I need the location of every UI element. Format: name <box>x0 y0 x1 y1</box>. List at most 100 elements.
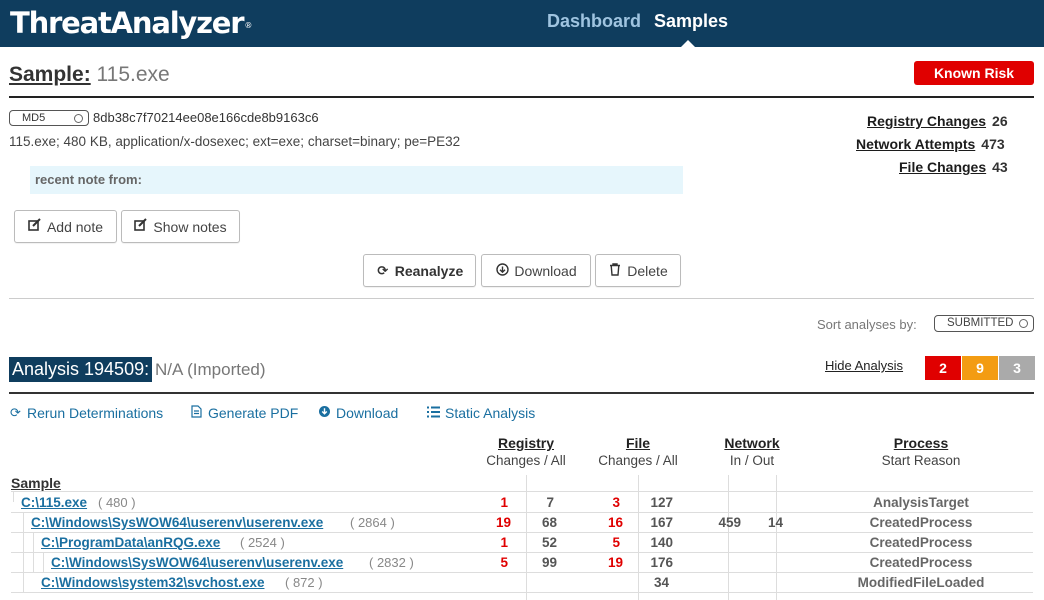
table-row: C:\Windows\system32\svchost.exe ( 872 ) … <box>0 574 1044 594</box>
refresh-icon: ⟳ <box>10 405 21 420</box>
list-icon <box>427 406 440 421</box>
trash-icon <box>608 262 622 279</box>
generate-pdf-link[interactable]: Generate PDF <box>190 405 298 421</box>
file-changes-value: 19 <box>607 555 623 570</box>
sample-name: 115.exe <box>96 63 170 86</box>
hash-type-select[interactable]: MD5 <box>9 110 89 126</box>
reanalyze-button[interactable]: ⟳ Reanalyze <box>363 254 476 287</box>
network-in-value: 459 <box>718 515 741 530</box>
stat-file-changes[interactable]: File Changes 43 <box>899 159 1008 175</box>
threatanalyzer-logo[interactable]: ThreatAnalyzer® <box>10 6 252 40</box>
rerun-determinations-link[interactable]: ⟳ Rerun Determinations <box>9 405 163 421</box>
process-pid: ( 872 ) <box>285 575 323 590</box>
column-process-sub: Start Reason <box>881 453 961 468</box>
file-all-value: 140 <box>650 535 673 550</box>
column-file: File Changes / All <box>588 435 688 468</box>
file-changes-value: 3 <box>612 495 620 510</box>
static-analysis-link[interactable]: Static Analysis <box>427 405 535 421</box>
file-info: 115.exe; 480 KB, application/x-dosexec; … <box>9 134 461 149</box>
delete-label: Delete <box>627 262 668 279</box>
process-pid: ( 2864 ) <box>350 515 395 530</box>
registry-changes-value: 5 <box>500 555 508 570</box>
add-note-button[interactable]: Add note <box>14 210 117 243</box>
process-path-link[interactable]: C:\Windows\SysWOW64\userenv\userenv.exe <box>31 515 323 530</box>
file-all-value: 127 <box>650 495 673 510</box>
severity-medium-badge[interactable]: 9 <box>962 356 998 380</box>
download-button[interactable]: Download <box>481 254 591 287</box>
process-pid: ( 2832 ) <box>369 555 414 570</box>
process-path-link[interactable]: C:\115.exe <box>21 495 87 510</box>
show-notes-label: Show notes <box>153 218 227 235</box>
network-attempts-link[interactable]: Network Attempts <box>856 136 975 152</box>
document-icon <box>190 405 203 421</box>
sort-value: SUBMITTED <box>947 317 1014 329</box>
registered-mark: ® <box>244 21 252 30</box>
file-all-value: 34 <box>653 575 669 590</box>
column-network-title[interactable]: Network <box>702 435 802 451</box>
start-reason: ModifiedFileLoaded <box>857 575 985 590</box>
file-changes-link[interactable]: File Changes <box>899 159 986 175</box>
analysis-id: Analysis 194509: <box>9 357 153 382</box>
header-divider <box>9 96 1034 98</box>
table-row: C:\Windows\SysWOW64\userenv\userenv.exe … <box>0 514 1044 534</box>
registry-changes-value: 1 <box>500 495 508 510</box>
generate-pdf-label: Generate PDF <box>208 405 299 421</box>
top-navigation-bar: ThreatAnalyzer® Dashboard Samples <box>0 0 1044 48</box>
analysis-note: N/A (Imported) <box>155 360 266 379</box>
network-out-value: 14 <box>767 515 783 530</box>
process-path-link[interactable]: C:\Windows\SysWOW64\userenv\userenv.exe <box>51 555 343 570</box>
registry-changes-link[interactable]: Registry Changes <box>867 113 986 129</box>
registry-all-value: 7 <box>546 495 554 510</box>
delete-button[interactable]: Delete <box>595 254 681 287</box>
start-reason: CreatedProcess <box>869 515 973 530</box>
severity-high-badge[interactable]: 2 <box>925 356 961 380</box>
column-network-sub: In / Out <box>729 453 775 468</box>
column-process-title[interactable]: Process <box>846 435 996 451</box>
column-file-sub: Changes / All <box>598 453 678 468</box>
sample-tree-header: Sample <box>11 475 61 491</box>
download-icon <box>495 262 509 279</box>
column-registry-sub: Changes / All <box>486 453 566 468</box>
grid-line <box>11 491 1033 492</box>
add-note-label: Add note <box>46 218 104 235</box>
process-path-link[interactable]: C:\ProgramData\anRQG.exe <box>41 535 220 550</box>
sort-select[interactable]: SUBMITTED <box>934 315 1034 332</box>
start-reason: CreatedProcess <box>869 535 973 550</box>
network-attempts-count: 473 <box>981 136 1005 152</box>
start-reason: AnalysisTarget <box>873 495 969 510</box>
registry-all-value: 68 <box>541 515 557 530</box>
active-nav-indicator <box>680 40 696 48</box>
known-risk-badge: Known Risk <box>914 61 1034 85</box>
severity-low-badge[interactable]: 3 <box>999 356 1035 380</box>
analysis-download-label: Download <box>336 405 399 421</box>
column-registry: Registry Changes / All <box>476 435 576 468</box>
hash-type-value: MD5 <box>22 112 46 124</box>
select-toggle-icon <box>74 114 83 123</box>
reanalyze-label: Reanalyze <box>394 262 464 279</box>
column-file-title[interactable]: File <box>588 435 688 451</box>
analysis-download-link[interactable]: Download <box>318 405 398 421</box>
hide-analysis-link[interactable]: Hide Analysis <box>825 358 903 373</box>
column-registry-title[interactable]: Registry <box>476 435 576 451</box>
column-network: Network In / Out <box>702 435 802 468</box>
download-icon <box>318 405 331 421</box>
process-path-link[interactable]: C:\Windows\system32\svchost.exe <box>41 575 264 590</box>
registry-all-value: 52 <box>541 535 557 550</box>
table-row: C:\Windows\SysWOW64\userenv\userenv.exe … <box>0 554 1044 574</box>
edit-icon <box>134 218 148 235</box>
table-row: C:\ProgramData\anRQG.exe ( 2524 ) 1 52 5… <box>0 534 1044 554</box>
show-notes-button[interactable]: Show notes <box>121 210 240 243</box>
logo-text: ThreatAnalyzer <box>10 6 245 40</box>
sample-title: Sample: 115.exe <box>9 63 170 87</box>
registry-changes-value: 1 <box>500 535 508 550</box>
file-changes-value: 5 <box>612 535 620 550</box>
recent-note-label: recent note from: <box>35 172 142 187</box>
refresh-icon: ⟳ <box>377 262 389 278</box>
nav-samples[interactable]: Samples <box>654 11 728 32</box>
nav-dashboard[interactable]: Dashboard <box>547 11 641 32</box>
stat-network-attempts[interactable]: Network Attempts 473 <box>856 136 1005 152</box>
hash-value: 8db38c7f70214ee08e166cde8b9163c6 <box>93 110 319 125</box>
rerun-determinations-label: Rerun Determinations <box>27 405 164 421</box>
stat-registry-changes[interactable]: Registry Changes 26 <box>867 113 1008 129</box>
registry-changes-value: 19 <box>495 515 511 530</box>
